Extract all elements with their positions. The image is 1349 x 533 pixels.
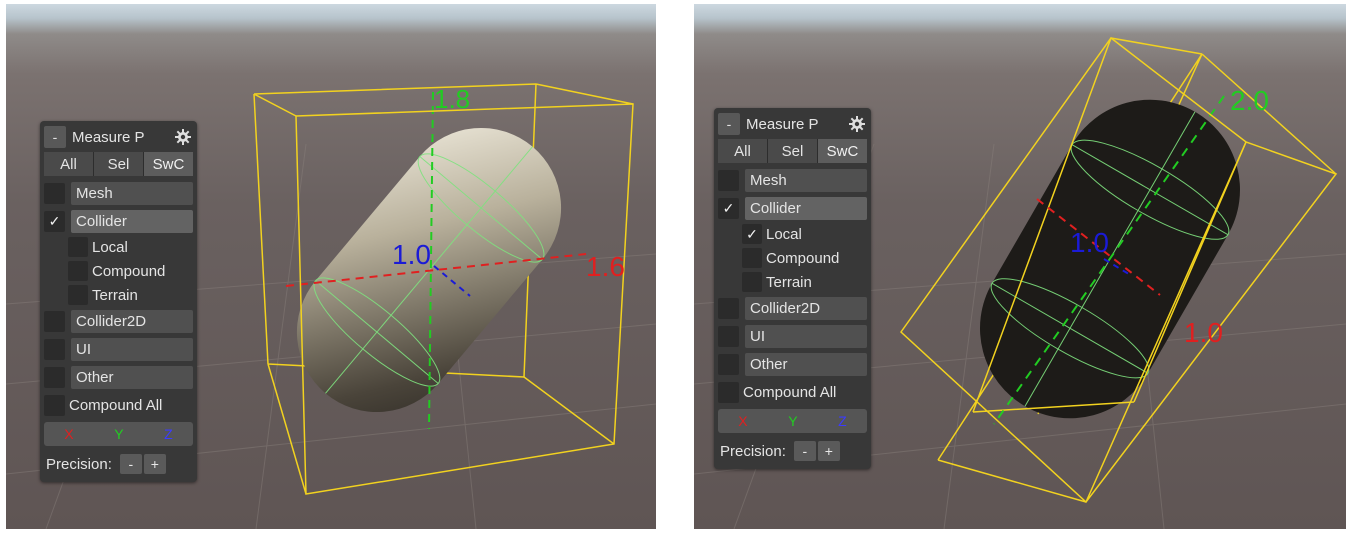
collapse-button[interactable]: -: [44, 126, 66, 148]
tab-all[interactable]: All: [44, 152, 94, 176]
precision-decrease-button[interactable]: -: [793, 441, 816, 461]
compound-all-checkbox[interactable]: [718, 381, 739, 403]
mesh-checkbox[interactable]: [44, 182, 65, 204]
tab-sel[interactable]: Sel: [768, 139, 818, 163]
row-other: Other: [718, 350, 867, 378]
row-compound: Compound: [44, 259, 193, 283]
ui-checkbox[interactable]: [44, 338, 65, 360]
row-mesh: Mesh: [44, 179, 193, 207]
precision-label: Precision:: [46, 455, 112, 473]
y-measure-label: 2.0: [1230, 85, 1269, 116]
row-collider: ✓ Collider: [44, 207, 193, 235]
terrain-checkbox[interactable]: [742, 272, 762, 292]
filter-tabs: All Sel SwC: [44, 152, 193, 176]
x-measure-label: 1.6: [586, 251, 625, 282]
precision-increase-button[interactable]: +: [817, 441, 840, 461]
precision-decrease-button[interactable]: -: [119, 454, 142, 474]
terrain-checkbox[interactable]: [68, 285, 88, 305]
gear-icon[interactable]: [173, 127, 193, 147]
row-terrain: Terrain: [44, 283, 193, 307]
panel-header: - Measure P: [718, 112, 867, 136]
panel-header: - Measure P: [44, 125, 193, 149]
precision-label: Precision:: [720, 442, 786, 460]
mesh-button[interactable]: Mesh: [71, 181, 193, 205]
axis-toggle-bar: X Y Z: [718, 409, 867, 433]
axis-toggle-bar: X Y Z: [44, 422, 193, 446]
row-local: Local: [44, 235, 193, 259]
axis-x-toggle[interactable]: X: [738, 413, 747, 429]
tab-sel[interactable]: Sel: [94, 152, 144, 176]
local-checkbox[interactable]: ✓: [742, 224, 762, 244]
checkmark-icon: ✓: [48, 212, 61, 229]
row-compound-all: Compound All: [718, 378, 867, 406]
other-button[interactable]: Other: [745, 352, 867, 376]
panel-title: Measure P: [746, 115, 819, 133]
tab-swc[interactable]: SwC: [144, 152, 193, 176]
row-compound-all: Compound All: [44, 391, 193, 419]
row-collider2d: Collider2D: [44, 307, 193, 335]
compound-label: Compound: [766, 249, 840, 267]
axis-y-toggle[interactable]: Y: [114, 426, 123, 442]
other-checkbox[interactable]: [718, 353, 739, 375]
gear-icon[interactable]: [847, 114, 867, 134]
tab-all[interactable]: All: [718, 139, 768, 163]
row-local: ✓ Local: [718, 222, 867, 246]
collider2d-button[interactable]: Collider2D: [71, 309, 193, 333]
axis-x-toggle[interactable]: X: [64, 426, 73, 442]
row-collider: ✓ Collider: [718, 194, 867, 222]
precision-row: Precision: - +: [44, 450, 193, 478]
scene-view-left[interactable]: 1.8 1.0 1.6 - Measure P All Sel SwC Mesh…: [6, 4, 656, 529]
row-collider2d: Collider2D: [718, 294, 867, 322]
collapse-button[interactable]: -: [718, 113, 740, 135]
local-label: Local: [766, 225, 802, 243]
mesh-button[interactable]: Mesh: [745, 168, 867, 192]
ui-button[interactable]: UI: [71, 337, 193, 361]
collider2d-checkbox[interactable]: [718, 297, 739, 319]
z-measure-label: 1.0: [1070, 227, 1109, 258]
compound-checkbox[interactable]: [68, 261, 88, 281]
other-button[interactable]: Other: [71, 365, 193, 389]
terrain-label: Terrain: [766, 273, 812, 291]
scene-view-right[interactable]: 2.0 1.0 1.0 - Measure P All Sel SwC Mesh…: [694, 4, 1346, 529]
axis-y-toggle[interactable]: Y: [788, 413, 797, 429]
axis-z-toggle[interactable]: Z: [838, 413, 847, 429]
collider-button[interactable]: Collider: [745, 196, 867, 220]
compound-all-label: Compound All: [69, 396, 163, 414]
row-compound: Compound: [718, 246, 867, 270]
row-ui: UI: [718, 322, 867, 350]
precision-row: Precision: - +: [718, 437, 867, 465]
z-measure-label: 1.0: [392, 239, 431, 270]
compound-label: Compound: [92, 262, 166, 280]
precision-increase-button[interactable]: +: [143, 454, 166, 474]
compound-all-label: Compound All: [743, 383, 837, 401]
y-measure-label: 1.8: [434, 84, 470, 114]
collider-button[interactable]: Collider: [71, 209, 193, 233]
other-checkbox[interactable]: [44, 366, 65, 388]
tab-swc[interactable]: SwC: [818, 139, 867, 163]
compound-checkbox[interactable]: [742, 248, 762, 268]
collider2d-button[interactable]: Collider2D: [745, 296, 867, 320]
row-other: Other: [44, 363, 193, 391]
terrain-label: Terrain: [92, 286, 138, 304]
row-mesh: Mesh: [718, 166, 867, 194]
ui-button[interactable]: UI: [745, 324, 867, 348]
collider-checkbox[interactable]: ✓: [44, 210, 65, 232]
checkmark-icon: ✓: [746, 225, 758, 242]
checkmark-icon: ✓: [722, 199, 735, 216]
local-label: Local: [92, 238, 128, 256]
measure-panel: - Measure P All Sel SwC Mesh ✓ Collider …: [714, 108, 871, 469]
x-measure-label: 1.0: [1184, 317, 1223, 348]
mesh-checkbox[interactable]: [718, 169, 739, 191]
filter-tabs: All Sel SwC: [718, 139, 867, 163]
collider2d-checkbox[interactable]: [44, 310, 65, 332]
local-checkbox[interactable]: [68, 237, 88, 257]
collider-checkbox[interactable]: ✓: [718, 197, 739, 219]
axis-z-toggle[interactable]: Z: [164, 426, 173, 442]
ui-checkbox[interactable]: [718, 325, 739, 347]
row-terrain: Terrain: [718, 270, 867, 294]
measure-panel: - Measure P All Sel SwC Mesh ✓ Collider …: [40, 121, 197, 482]
panel-title: Measure P: [72, 128, 145, 146]
row-ui: UI: [44, 335, 193, 363]
compound-all-checkbox[interactable]: [44, 394, 65, 416]
